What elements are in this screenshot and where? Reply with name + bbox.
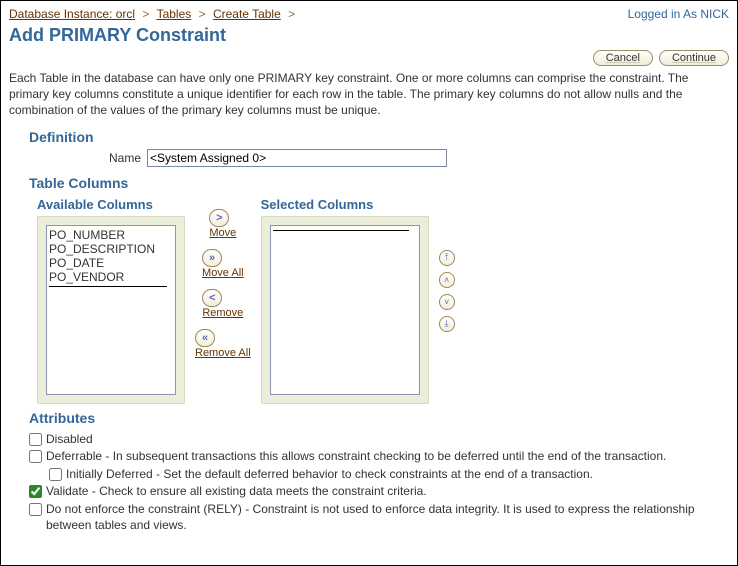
cancel-button[interactable]: Cancel: [593, 50, 653, 66]
deferrable-label: Deferrable - In subsequent transactions …: [46, 449, 666, 465]
validate-checkbox[interactable]: [29, 485, 42, 498]
list-item[interactable]: PO_NUMBER: [49, 228, 173, 242]
intro-text: Each Table in the database can have only…: [9, 70, 729, 119]
breadcrumb-tables[interactable]: Tables: [157, 7, 192, 21]
section-table-columns: Table Columns: [29, 175, 729, 191]
move-button[interactable]: Move: [209, 227, 236, 239]
name-input[interactable]: [147, 149, 447, 167]
list-divider: [49, 286, 167, 287]
breadcrumb-create-table[interactable]: Create Table: [213, 7, 281, 21]
remove-icon[interactable]: <: [202, 289, 222, 307]
remove-all-button[interactable]: Remove All: [195, 347, 251, 359]
list-divider: [273, 230, 410, 231]
section-attributes: Attributes: [29, 410, 729, 426]
move-up-icon[interactable]: ˄: [439, 272, 455, 288]
initially-deferred-label: Initially Deferred - Set the default def…: [66, 467, 593, 483]
breadcrumb: Database Instance: orcl > Tables > Creat…: [9, 7, 299, 21]
disabled-label: Disabled: [46, 432, 93, 448]
deferrable-checkbox[interactable]: [29, 450, 42, 463]
page-title: Add PRIMARY Constraint: [9, 25, 729, 46]
initially-deferred-checkbox[interactable]: [49, 468, 62, 481]
validate-label: Validate - Check to ensure all existing …: [46, 484, 427, 500]
rely-label: Do not enforce the constraint (RELY) - C…: [46, 502, 729, 533]
move-top-icon[interactable]: ⤒: [439, 250, 455, 266]
breadcrumb-instance[interactable]: Database Instance: orcl: [9, 7, 135, 21]
list-item[interactable]: PO_VENDOR: [49, 270, 173, 284]
chevron-right-icon: >: [195, 7, 210, 21]
continue-button[interactable]: Continue: [659, 50, 729, 66]
selected-columns-list[interactable]: [270, 225, 420, 395]
available-columns-list[interactable]: PO_NUMBER PO_DESCRIPTION PO_DATE PO_VEND…: [46, 225, 176, 395]
available-columns-heading: Available Columns: [37, 197, 185, 212]
name-label: Name: [109, 151, 141, 165]
selected-columns-heading: Selected Columns: [261, 197, 429, 212]
disabled-checkbox[interactable]: [29, 433, 42, 446]
chevron-right-icon: >: [138, 7, 153, 21]
list-item[interactable]: PO_DATE: [49, 256, 173, 270]
remove-all-icon[interactable]: «: [195, 329, 215, 347]
list-item[interactable]: PO_DESCRIPTION: [49, 242, 173, 256]
rely-checkbox[interactable]: [29, 503, 42, 516]
move-icon[interactable]: >: [209, 209, 229, 227]
move-all-icon[interactable]: »: [202, 249, 222, 267]
move-down-icon[interactable]: ˅: [439, 294, 455, 310]
move-bottom-icon[interactable]: ⤓: [439, 316, 455, 332]
move-all-button[interactable]: Move All: [202, 267, 244, 279]
chevron-right-icon: >: [284, 7, 299, 21]
section-definition: Definition: [29, 129, 729, 145]
logged-in-user: Logged in As NICK: [628, 7, 729, 21]
remove-button[interactable]: Remove: [202, 307, 243, 319]
